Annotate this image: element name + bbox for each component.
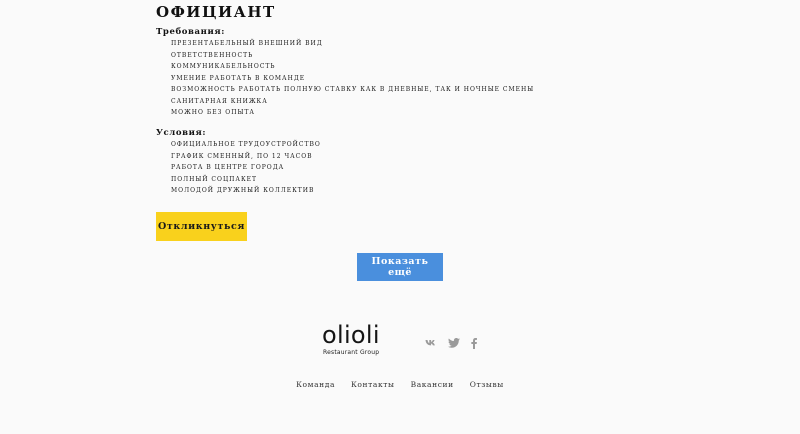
footer-link-reviews[interactable]: Отзывы	[470, 380, 504, 389]
requirement-item: можно без опыта	[171, 109, 255, 116]
condition-item: полный соцпакет	[171, 175, 257, 183]
footer-link-contacts[interactable]: Контакты	[351, 380, 395, 389]
requirements-list: презентабельный внешний вид ответственно…	[171, 38, 534, 119]
olioli-logo[interactable]: olioli Restaurant Group	[322, 322, 392, 362]
requirement-item: возможность работать полную ставку как в…	[171, 86, 535, 93]
conditions-label: Условия:	[156, 128, 207, 138]
logo-wordmark: olioli	[322, 321, 380, 349]
requirement-item: умение работать в команде	[171, 74, 306, 82]
requirement-item: коммуникабельность	[171, 63, 276, 70]
show-more-button[interactable]: Показать ещё	[357, 253, 443, 281]
condition-item: работа в центре города	[171, 164, 285, 171]
page: ОФИЦИАНТ Требования: презентабельный вне…	[0, 0, 800, 434]
vacancy-title: ОФИЦИАНТ	[156, 3, 276, 21]
twitter-icon[interactable]	[447, 337, 461, 349]
vk-icon[interactable]	[424, 337, 438, 349]
logo-subtitle: Restaurant Group	[323, 349, 380, 356]
requirement-item: ответственность	[171, 51, 254, 59]
footer-link-team[interactable]: Команда	[296, 380, 335, 389]
condition-item: официальное трудоустройство	[171, 141, 321, 148]
footer-nav: Команда Контакты Вакансии Отзывы	[0, 380, 800, 389]
condition-item: график сменный, по 12 часов	[171, 152, 313, 160]
requirements-label: Требования:	[156, 27, 225, 37]
requirement-item: презентабельный внешний вид	[171, 40, 323, 47]
requirement-item: санитарная книжка	[171, 97, 268, 105]
conditions-list: официальное трудоустройство график сменн…	[171, 139, 321, 197]
apply-button[interactable]: Откликнуться	[156, 212, 247, 241]
facebook-icon[interactable]	[469, 337, 479, 349]
condition-item: молодой дружный коллектив	[171, 187, 315, 194]
footer-link-vacancies[interactable]: Вакансии	[411, 380, 454, 389]
